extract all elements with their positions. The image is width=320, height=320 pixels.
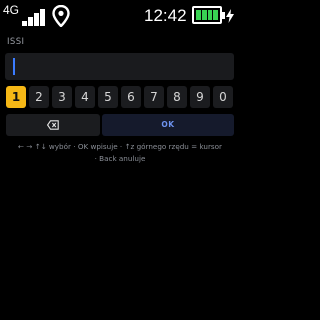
digit-key-6[interactable]: 6: [121, 86, 141, 108]
battery-cap: [222, 12, 225, 19]
location-pin-icon: [52, 5, 70, 27]
help-line-1: ← → ↑↓ wybór · OK wpisuje · ↑z górnego r…: [17, 142, 222, 151]
signal-bar-1: [22, 21, 27, 26]
signal-bar-3: [34, 13, 39, 26]
field-label: ISSI: [7, 37, 25, 47]
signal-bar-4: [40, 9, 45, 26]
status-bar: 4G 12:42: [0, 0, 240, 30]
help-text: ← → ↑↓ wybór · OK wpisuje · ↑z górnego r…: [4, 141, 236, 165]
battery-level: [196, 10, 218, 20]
digit-key-2[interactable]: 2: [29, 86, 49, 108]
signal-bar-2: [28, 17, 33, 26]
battery-icon: [192, 6, 234, 26]
digit-key-5[interactable]: 5: [98, 86, 118, 108]
digit-row: 1 2 3 4 5 6 7 8 9 0: [6, 86, 235, 109]
backspace-icon: [47, 120, 59, 130]
ok-button[interactable]: OK: [102, 114, 234, 136]
digit-key-9[interactable]: 9: [190, 86, 210, 108]
digit-key-3[interactable]: 3: [52, 86, 72, 108]
digit-key-7[interactable]: 7: [144, 86, 164, 108]
digit-key-8[interactable]: 8: [167, 86, 187, 108]
battery-body: [192, 6, 222, 24]
signal-strength-icon: [4, 8, 46, 26]
help-line-2: · Back anuluje: [94, 154, 146, 163]
battery-cell: [213, 10, 218, 20]
digit-key-1[interactable]: 1: [6, 86, 26, 108]
battery-cell: [207, 10, 213, 20]
battery-cell: [196, 10, 201, 20]
backspace-button[interactable]: [6, 114, 100, 136]
digit-key-0[interactable]: 0: [213, 86, 233, 108]
charging-bolt-icon: [226, 9, 234, 23]
issi-input[interactable]: [5, 53, 234, 80]
clock: 12:42: [144, 6, 187, 25]
text-caret: [13, 58, 15, 75]
battery-cell: [201, 10, 207, 20]
digit-key-4[interactable]: 4: [75, 86, 95, 108]
